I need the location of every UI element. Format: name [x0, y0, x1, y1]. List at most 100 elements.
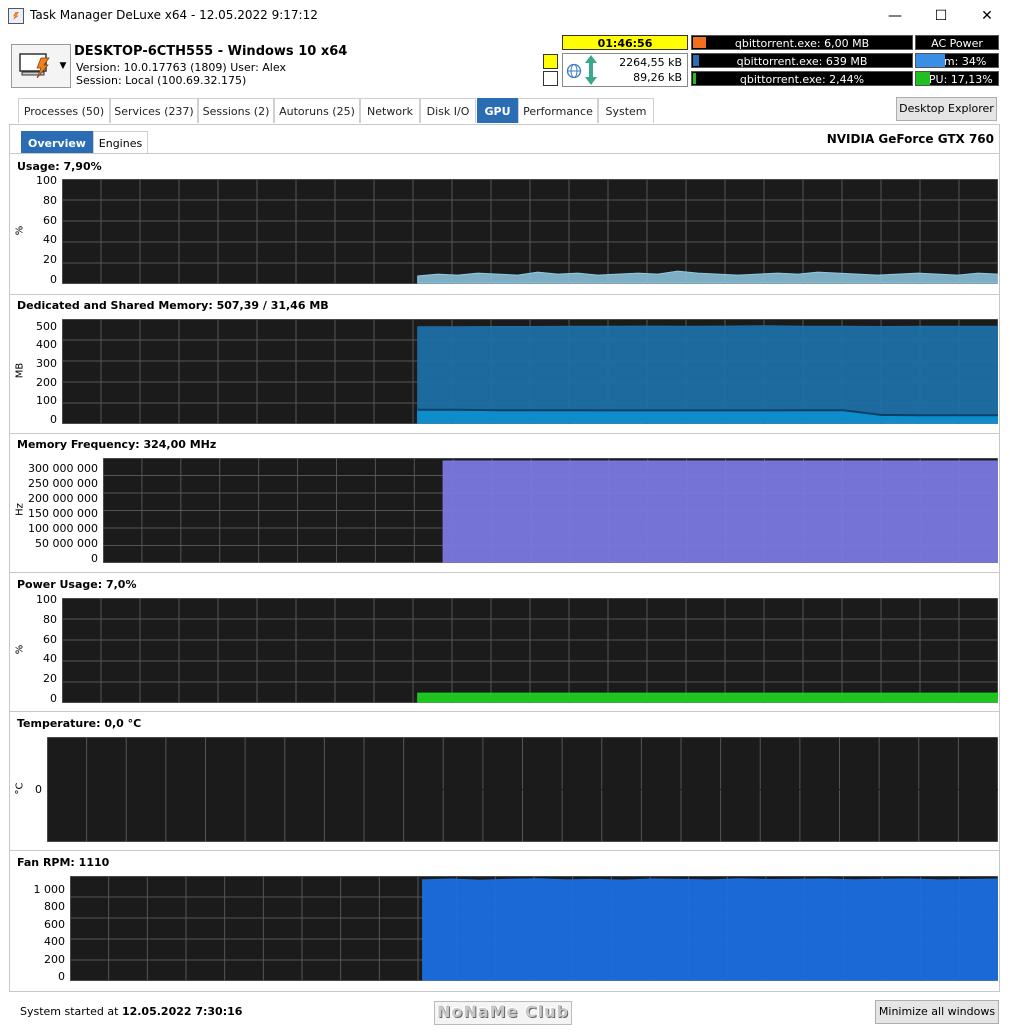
tab-autoruns[interactable]: Autoruns (25)	[274, 98, 360, 123]
gpu-name: NVIDIA GeForce GTX 760	[826, 132, 994, 146]
usage-graph-title: Usage: 7,90%	[17, 160, 102, 173]
section-divider	[10, 850, 999, 851]
power-y-tick: 0	[50, 692, 57, 705]
power-y-tick: 60	[43, 632, 57, 646]
fan-y-tick: 200	[44, 952, 65, 966]
memory-series-area-0	[417, 325, 998, 424]
fan-y-tick: 400	[44, 935, 65, 949]
frequency-y-tick: 0	[91, 552, 98, 565]
usage-y-tick: 100	[36, 174, 57, 187]
up-down-arrow-icon	[585, 55, 597, 85]
memory-y-tick: 300	[36, 356, 57, 370]
net-out-value: 89,26 kB	[633, 71, 682, 84]
memory-y-tick: 500	[36, 319, 57, 333]
fan-series-area	[422, 878, 998, 981]
power-graph-plot	[62, 598, 998, 703]
temperature-y-tick: 0	[35, 782, 42, 796]
title-bar: Task Manager DeLuxe x64 - 12.05.2022 9:1…	[0, 0, 1010, 31]
fan-graph-title: Fan RPM: 1110	[17, 856, 110, 869]
top-memory-process[interactable]: qbittorrent.exe: 6,00 MB	[691, 35, 913, 50]
tab-system[interactable]: System	[598, 98, 654, 123]
section-divider	[10, 572, 999, 573]
app-icon	[8, 8, 24, 24]
memory-usage-bar	[916, 54, 945, 67]
tab-disk-io[interactable]: Disk I/O	[420, 98, 476, 123]
frequency-y-tick: 100 000 000	[28, 522, 98, 536]
network-traffic: 2264,55 kB 89,26 kB	[562, 53, 688, 87]
power-y-tick: 20	[43, 672, 57, 686]
frequency-graph-plot	[103, 458, 998, 563]
window-title: Task Manager DeLuxe x64 - 12.05.2022 9:1…	[30, 8, 318, 22]
memory-usage: Mem: 34%	[915, 53, 999, 68]
power-y-tick: 40	[43, 652, 57, 666]
io-bar	[693, 55, 699, 66]
tab-network[interactable]: Network	[360, 98, 420, 123]
top-cpu-process[interactable]: qbittorrent.exe: 2,44%	[691, 71, 913, 86]
memory-y-tick: 400	[36, 338, 57, 352]
fan-y-tick: 0	[58, 970, 65, 983]
frequency-y-tick: 300 000 000	[28, 462, 98, 476]
power-y-tick: 100	[36, 593, 57, 606]
version-info: Version: 10.0.17763 (1809) User: Alex	[76, 61, 286, 74]
globe-icon	[566, 63, 582, 79]
tab-sessions[interactable]: Sessions (2)	[198, 98, 274, 123]
section-divider	[10, 294, 999, 295]
cpu-usage: CPU: 17,13%	[915, 71, 999, 86]
subtab-overview[interactable]: Overview	[21, 131, 93, 154]
tab-services[interactable]: Services (237)	[110, 98, 198, 123]
cpu-bar	[693, 73, 696, 84]
frequency-y-tick: 150 000 000	[28, 507, 98, 521]
memory-y-tick: 100	[36, 394, 57, 408]
usage-graph-plot	[62, 179, 998, 284]
status-indicator	[543, 54, 558, 69]
power-graph-title: Power Usage: 7,0%	[17, 578, 137, 591]
desktop-explorer-button[interactable]: Desktop Explorer	[896, 97, 997, 121]
usage-y-tick: 0	[50, 273, 57, 286]
power-series-area	[417, 692, 998, 703]
uptime-display: 01:46:56	[562, 35, 688, 50]
memory-bar	[693, 37, 706, 48]
section-divider	[10, 711, 999, 712]
section-divider	[10, 433, 999, 434]
cpu-usage-bar	[916, 72, 931, 85]
fan-graph-plot	[70, 876, 998, 981]
tab-processes[interactable]: Processes (50)	[18, 98, 110, 123]
temperature-graph-title: Temperature: 0,0 °C	[17, 717, 142, 730]
usage-y-tick: 80	[43, 193, 57, 207]
memory-graph-title: Dedicated and Shared Memory: 507,39 / 31…	[17, 299, 329, 312]
temperature-graph-plot	[47, 737, 998, 842]
frequency-y-tick: 50 000 000	[35, 537, 98, 551]
monitor-icon	[19, 53, 50, 79]
system-started: System started at 12.05.2022 7:30:16	[20, 1005, 242, 1018]
computer-icon[interactable]	[11, 44, 59, 88]
hostname: DESKTOP-6CTH555 - Windows 10 x64	[74, 44, 348, 59]
power-y-tick: 80	[43, 612, 57, 626]
watermark-logo: NoNaMe Club	[434, 1001, 572, 1025]
frequency-series-area	[442, 460, 998, 563]
fan-y-tick: 1 000	[33, 882, 66, 896]
fan-y-tick: 600	[44, 917, 65, 931]
memory-graph-plot	[62, 319, 998, 424]
usage-y-tick: 40	[43, 233, 57, 247]
usage-y-tick: 20	[43, 253, 57, 267]
memory-y-tick: 200	[36, 375, 57, 389]
tab-performance[interactable]: Performance	[518, 98, 598, 123]
minimize-all-button[interactable]: Minimize all windows	[875, 1000, 999, 1024]
memory-y-tick: 0	[50, 413, 57, 426]
frequency-y-tick: 250 000 000	[28, 477, 98, 491]
minimize-button[interactable]: —	[872, 0, 918, 31]
divider	[10, 153, 999, 154]
top-io-process[interactable]: qbittorrent.exe: 639 MB	[691, 53, 913, 68]
fan-y-tick: 800	[44, 900, 65, 914]
close-button[interactable]: ✕	[964, 0, 1010, 31]
maximize-button[interactable]: ☐	[918, 0, 964, 31]
system-started-value: 12.05.2022 7:30:16	[121, 1005, 243, 1018]
usage-y-tick: 60	[43, 213, 57, 227]
net-in-value: 2264,55 kB	[619, 56, 682, 69]
tab-gpu[interactable]: GPU	[477, 98, 518, 123]
frequency-y-tick: 200 000 000	[28, 492, 98, 506]
chevron-down-icon[interactable]: ▼	[56, 44, 71, 88]
subtab-engines[interactable]: Engines	[93, 131, 148, 154]
session-info: Session: Local (100.69.32.175)	[76, 74, 247, 87]
status-indicator	[543, 71, 558, 86]
